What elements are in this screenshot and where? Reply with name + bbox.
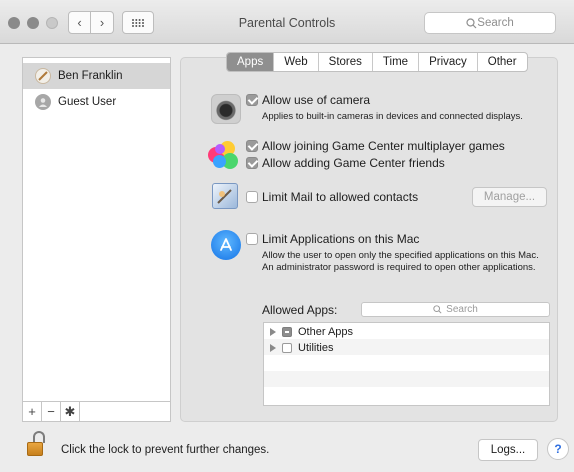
allowed-apps-search-field[interactable]: Search [361,302,550,317]
lock-icon[interactable] [27,431,45,457]
tab-privacy[interactable]: Privacy [419,53,478,71]
camera-description: Applies to built-in cameras in devices a… [262,111,523,122]
limit-mail-checkbox[interactable] [246,191,258,203]
minus-icon: − [47,404,55,419]
disclosure-triangle-icon[interactable] [270,328,276,336]
disclosure-triangle-icon[interactable] [270,344,276,352]
camera-icon [211,94,241,124]
list-item-utilities[interactable]: Utilities [270,340,333,356]
tab-bar: Apps Web Stores Time Privacy Other [226,52,528,72]
title-bar: ‹ › Parental Controls Search [0,0,574,44]
game-center-icon [208,139,240,171]
user-avatar-icon [35,68,51,84]
app-store-icon [211,230,241,260]
allowed-apps-label: Allowed Apps: [262,303,338,317]
list-item-other-apps[interactable]: Other Apps [270,324,353,340]
app-name: Utilities [298,342,334,354]
user-item-guest-user[interactable]: Guest User [23,89,170,115]
gear-icon: ✱ [64,403,76,419]
tab-web[interactable]: Web [274,53,319,71]
search-field[interactable]: Search [424,12,556,34]
limit-apps-label: Limit Applications on this Mac [262,232,420,246]
lock-status-text: Click the lock to prevent further change… [61,444,270,456]
user-name: Ben Franklin [58,70,123,82]
gamecenter-friends-checkbox[interactable] [246,157,258,169]
utilities-checkbox[interactable] [282,343,292,353]
limit-apps-checkbox[interactable] [246,233,258,245]
manage-contacts-button[interactable]: Manage... [472,187,547,207]
allowed-apps-list[interactable]: Other Apps Utilities [263,322,550,406]
allow-camera-checkbox[interactable] [246,94,258,106]
help-button[interactable]: ? [547,438,569,460]
user-name: Guest User [58,96,117,108]
tab-time[interactable]: Time [373,53,420,71]
limit-mail-label: Limit Mail to allowed contacts [262,190,419,204]
tab-apps[interactable]: Apps [227,53,275,71]
search-placeholder: Search [446,304,478,315]
add-user-button[interactable]: + [23,402,42,421]
search-icon [466,17,477,28]
guest-avatar-icon [35,94,51,110]
gamecenter-multiplayer-label: Allow joining Game Center multiplayer ga… [262,139,505,153]
search-placeholder: Search [477,17,514,29]
other-apps-checkbox[interactable] [282,327,292,337]
user-item-ben-franklin[interactable]: Ben Franklin [23,63,170,89]
limit-apps-description: Allow the user to open only the specifie… [262,250,539,273]
logs-button[interactable]: Logs... [478,439,538,461]
mail-contacts-icon [212,183,238,209]
tab-stores[interactable]: Stores [319,53,373,71]
user-actions-button[interactable]: ✱ [61,402,80,421]
user-list: Ben Franklin Guest User + − ✱ [22,57,171,422]
sidebar-toolbar: + − ✱ [23,401,170,421]
plus-icon: + [28,404,36,419]
gamecenter-friends-label: Allow adding Game Center friends [262,156,445,170]
allow-camera-label: Allow use of camera [262,93,371,107]
tab-other[interactable]: Other [478,53,527,71]
remove-user-button[interactable]: − [42,402,61,421]
search-icon [433,305,442,314]
gamecenter-multiplayer-checkbox[interactable] [246,140,258,152]
app-name: Other Apps [298,326,354,338]
